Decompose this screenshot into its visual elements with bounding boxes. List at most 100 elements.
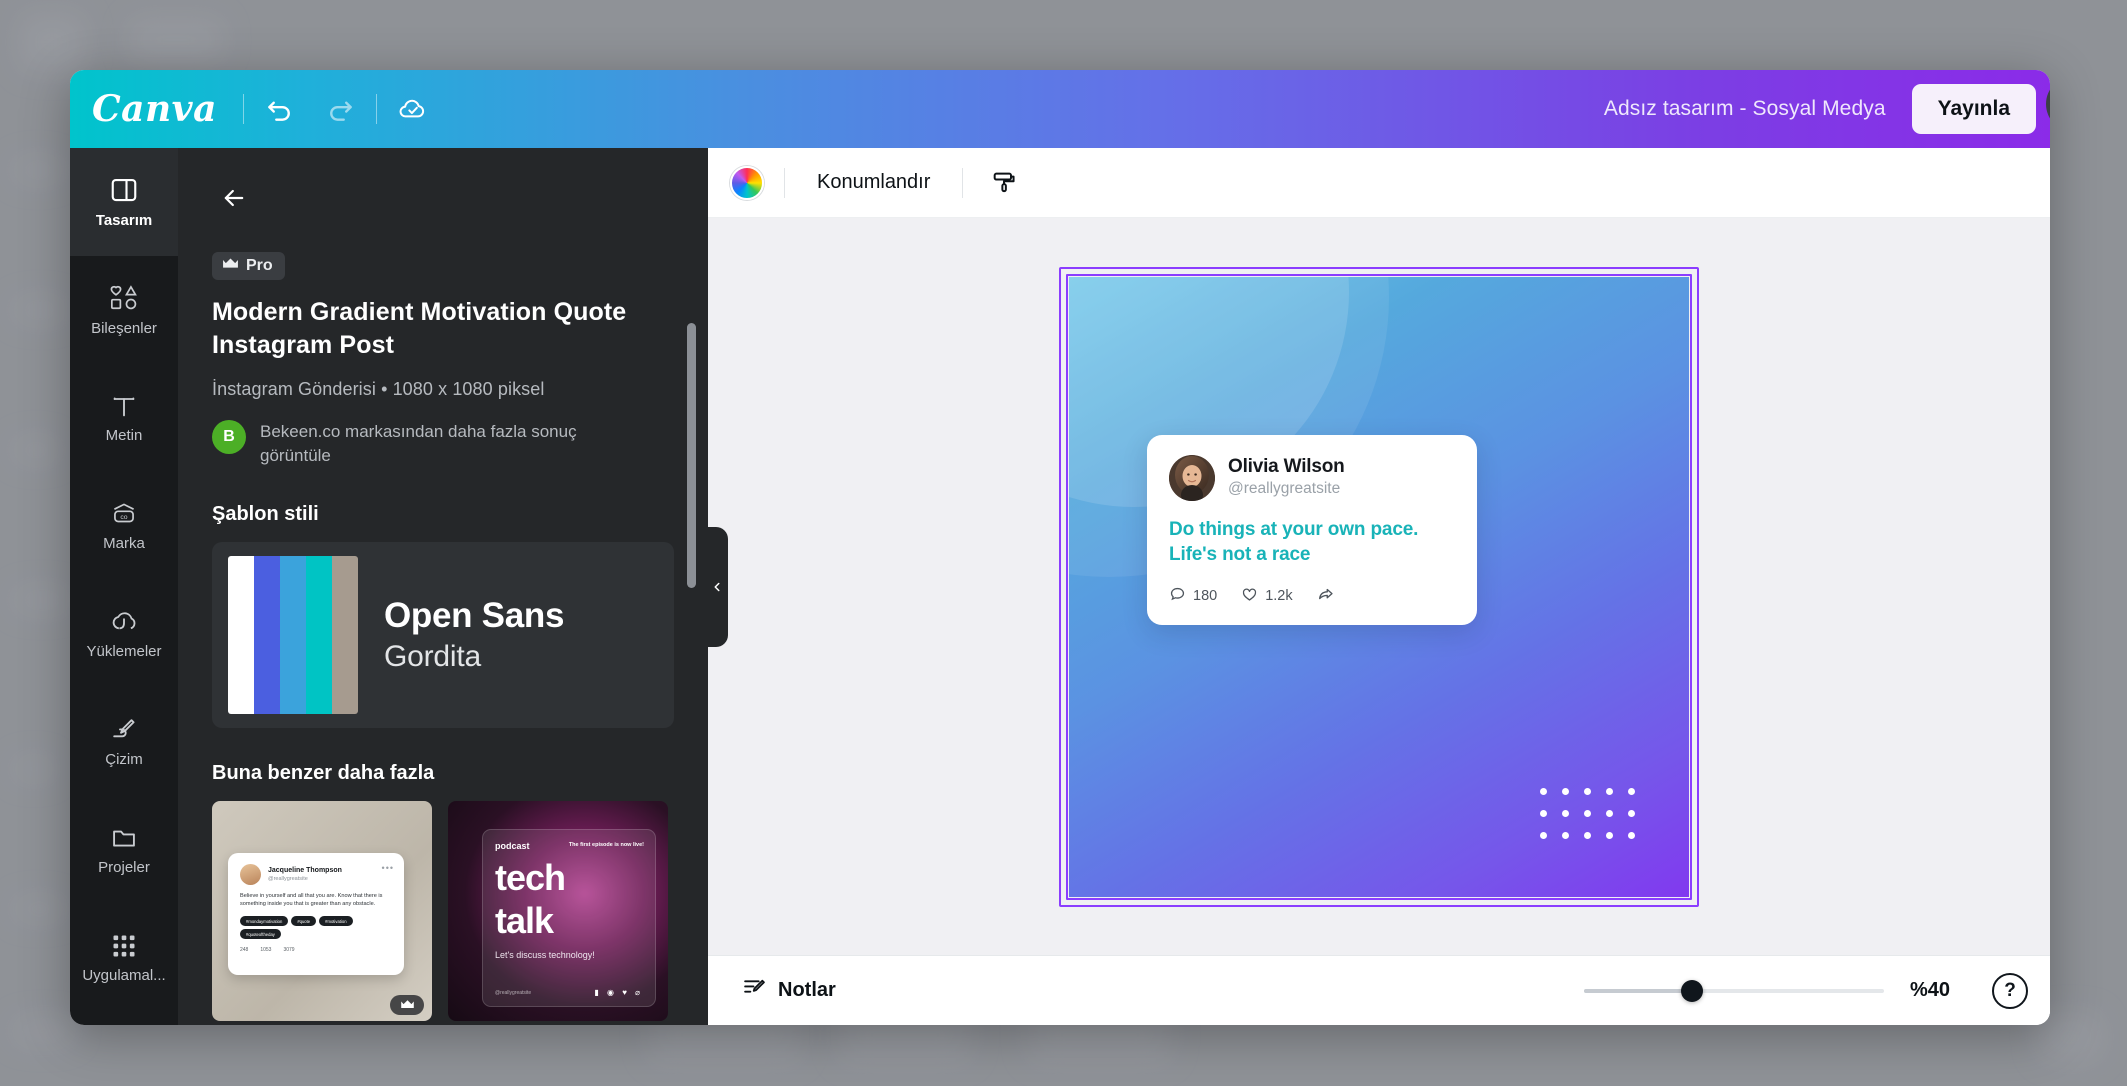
draw-icon <box>109 716 139 744</box>
font-secondary-name: Gordita <box>384 639 481 673</box>
brand-link-label: Bekeen.co markasından daha fazla sonuç g… <box>260 421 577 466</box>
thumb-social-icons: ▮ ◉ ♥ ⌀ <box>594 987 643 997</box>
redo-icon[interactable] <box>314 83 366 135</box>
thumb-tag: #mondaymotivation <box>240 916 289 927</box>
color-wheel-icon[interactable] <box>730 165 764 200</box>
thumb-tag: #quote <box>291 916 317 927</box>
brand-link-row[interactable]: B Bekeen.co markasından daha fazla sonuç… <box>212 419 674 469</box>
panel-collapse-button[interactable] <box>706 526 728 647</box>
thumb-retweet-count: 1053 <box>260 947 272 954</box>
editor-header: Canva Adsız tasarım - Sosyal Medya Yayın… <box>70 70 2050 148</box>
crown-icon <box>222 257 239 275</box>
list-item[interactable]: podcast The first episode is now live! t… <box>448 800 668 1021</box>
comment-stat: 180 <box>1169 586 1217 607</box>
quote-card[interactable]: Olivia Wilson @reallygreatsite Do things… <box>1147 434 1477 626</box>
help-icon[interactable]: ? <box>1992 972 2028 1009</box>
header-divider-1 <box>242 94 244 124</box>
quote-line-1: Do things at your own pace. <box>1169 518 1419 540</box>
zoom-slider-knob[interactable] <box>1681 979 1703 1002</box>
font-primary-name: Open Sans <box>384 595 565 635</box>
sidebar-item-bilesenler[interactable]: Bileşenler <box>70 256 178 364</box>
similar-section-title: Buna benzer daha fazla <box>212 761 435 784</box>
sidebar-item-metin[interactable]: Metin <box>70 364 178 472</box>
thumb-author-handle: @reallygreatsite <box>268 875 308 882</box>
dot-grid-decoration <box>1540 787 1635 839</box>
notes-button[interactable]: Notlar <box>730 967 848 1014</box>
sidebar-item-uygulamalar[interactable]: Uygulamal... <box>70 904 178 1012</box>
thumb-author-name: Jacqueline Thompson <box>268 866 342 874</box>
sidebar-item-label: Metin <box>105 427 143 444</box>
design-icon <box>109 175 139 205</box>
sidebar-item-label: Marka <box>103 535 145 552</box>
projects-icon <box>109 824 139 852</box>
thumb-body-text: Believe in yourself and all that you are… <box>240 892 383 908</box>
sidebar-item-yuklemeler[interactable]: Yüklemeler <box>70 580 178 688</box>
notes-pencil-icon <box>742 975 767 1006</box>
canvas-toolbar: Konumlandır <box>708 148 2050 218</box>
thumb-episode-note: The first episode is now live! <box>568 841 644 848</box>
similar-templates-list: ••• Jacqueline Thompson @reallygreatsite… <box>212 800 674 1021</box>
sidebar-item-cizim[interactable]: Çizim <box>70 688 178 796</box>
engagement-stats: 180 1.2k <box>1169 585 1455 607</box>
design-canvas[interactable]: Olivia Wilson @reallygreatsite Do things… <box>1069 276 1689 897</box>
publish-button[interactable]: Yayınla <box>1911 84 2036 134</box>
close-icon[interactable]: ✕ <box>2046 76 2050 132</box>
sidebar-item-label: Tasarım <box>95 212 153 229</box>
thumb-like-count: 3079 <box>283 947 295 954</box>
template-title: Modern Gradient Motivation Quote Instagr… <box>212 298 627 360</box>
share-stat <box>1317 585 1335 607</box>
swatch-4 <box>332 555 358 714</box>
thumb-title-line2: talk <box>495 899 554 941</box>
brand-icon: co <box>108 500 140 528</box>
sidebar-item-projeler[interactable]: Projeler <box>70 796 178 904</box>
list-item[interactable]: ••• Jacqueline Thompson @reallygreatsite… <box>212 800 432 1021</box>
zoom-controls: %40 ? <box>1584 972 2028 1009</box>
more-dots-icon: ••• <box>381 862 394 873</box>
paint-roller-icon[interactable] <box>983 162 1025 204</box>
document-title[interactable]: Adsız tasarım - Sosyal Medya <box>1604 97 1912 121</box>
like-count: 1.2k <box>1265 588 1293 605</box>
sidebar-item-label: Uygulamal... <box>82 967 166 984</box>
heart-icon <box>1241 586 1258 607</box>
zoom-slider[interactable] <box>1584 979 1884 1002</box>
thumb-handle: @reallygreatsite <box>495 989 532 996</box>
toolbar-divider-2 <box>962 167 964 198</box>
notes-label: Notlar <box>778 979 836 1001</box>
share-icon <box>1317 585 1335 607</box>
cloud-saved-icon[interactable] <box>387 83 439 135</box>
author-handle: @reallygreatsite <box>1228 480 1341 498</box>
swatch-2 <box>280 555 306 714</box>
panel-scroll-region: Pro Modern Gradient Motivation Quote Ins… <box>178 148 708 1025</box>
author-name: Olivia Wilson <box>1228 455 1345 477</box>
toolbar-divider-1 <box>784 167 785 198</box>
pro-badge-label: Pro <box>246 257 273 274</box>
pro-badge: Pro <box>212 252 285 280</box>
crown-icon <box>390 994 424 1015</box>
thumb-title-line1: tech <box>495 856 566 898</box>
editor-main: Konumlandır Olivia Wilson @reallygreatsi… <box>708 148 2050 1025</box>
canva-logo[interactable]: Canva <box>88 88 237 130</box>
bottom-bar: Notlar %40 ? <box>708 955 2050 1025</box>
template-style-card[interactable]: Open Sans Gordita <box>212 541 674 728</box>
position-button[interactable]: Konumlandır <box>805 162 942 203</box>
svg-text:co: co <box>120 514 127 521</box>
undo-icon[interactable] <box>254 83 306 135</box>
elements-icon <box>108 283 140 313</box>
thumb-tag: #motivation <box>319 916 353 927</box>
swatch-1 <box>254 555 280 714</box>
sidebar-item-marka[interactable]: co Marka <box>70 472 178 580</box>
thumb-tag: #quoteoftheday <box>240 929 281 940</box>
back-button[interactable] <box>212 176 256 220</box>
sidebar-item-tasarim[interactable]: Tasarım <box>70 148 178 256</box>
swatch-0 <box>228 555 254 714</box>
design-selection-wrapper[interactable]: Olivia Wilson @reallygreatsite Do things… <box>1059 266 1699 907</box>
text-icon <box>110 392 138 420</box>
panel-scrollbar-thumb[interactable] <box>687 323 696 588</box>
sidebar-item-label: Projeler <box>98 859 150 876</box>
canvas-area[interactable]: Olivia Wilson @reallygreatsite Do things… <box>708 218 2050 955</box>
like-stat: 1.2k <box>1241 586 1293 607</box>
swatch-3 <box>306 555 332 714</box>
brand-avatar: B <box>212 419 246 454</box>
thumb-comment-count: 248 <box>240 947 249 954</box>
canva-editor-modal: Canva Adsız tasarım - Sosyal Medya Yayın… <box>70 70 2050 1025</box>
